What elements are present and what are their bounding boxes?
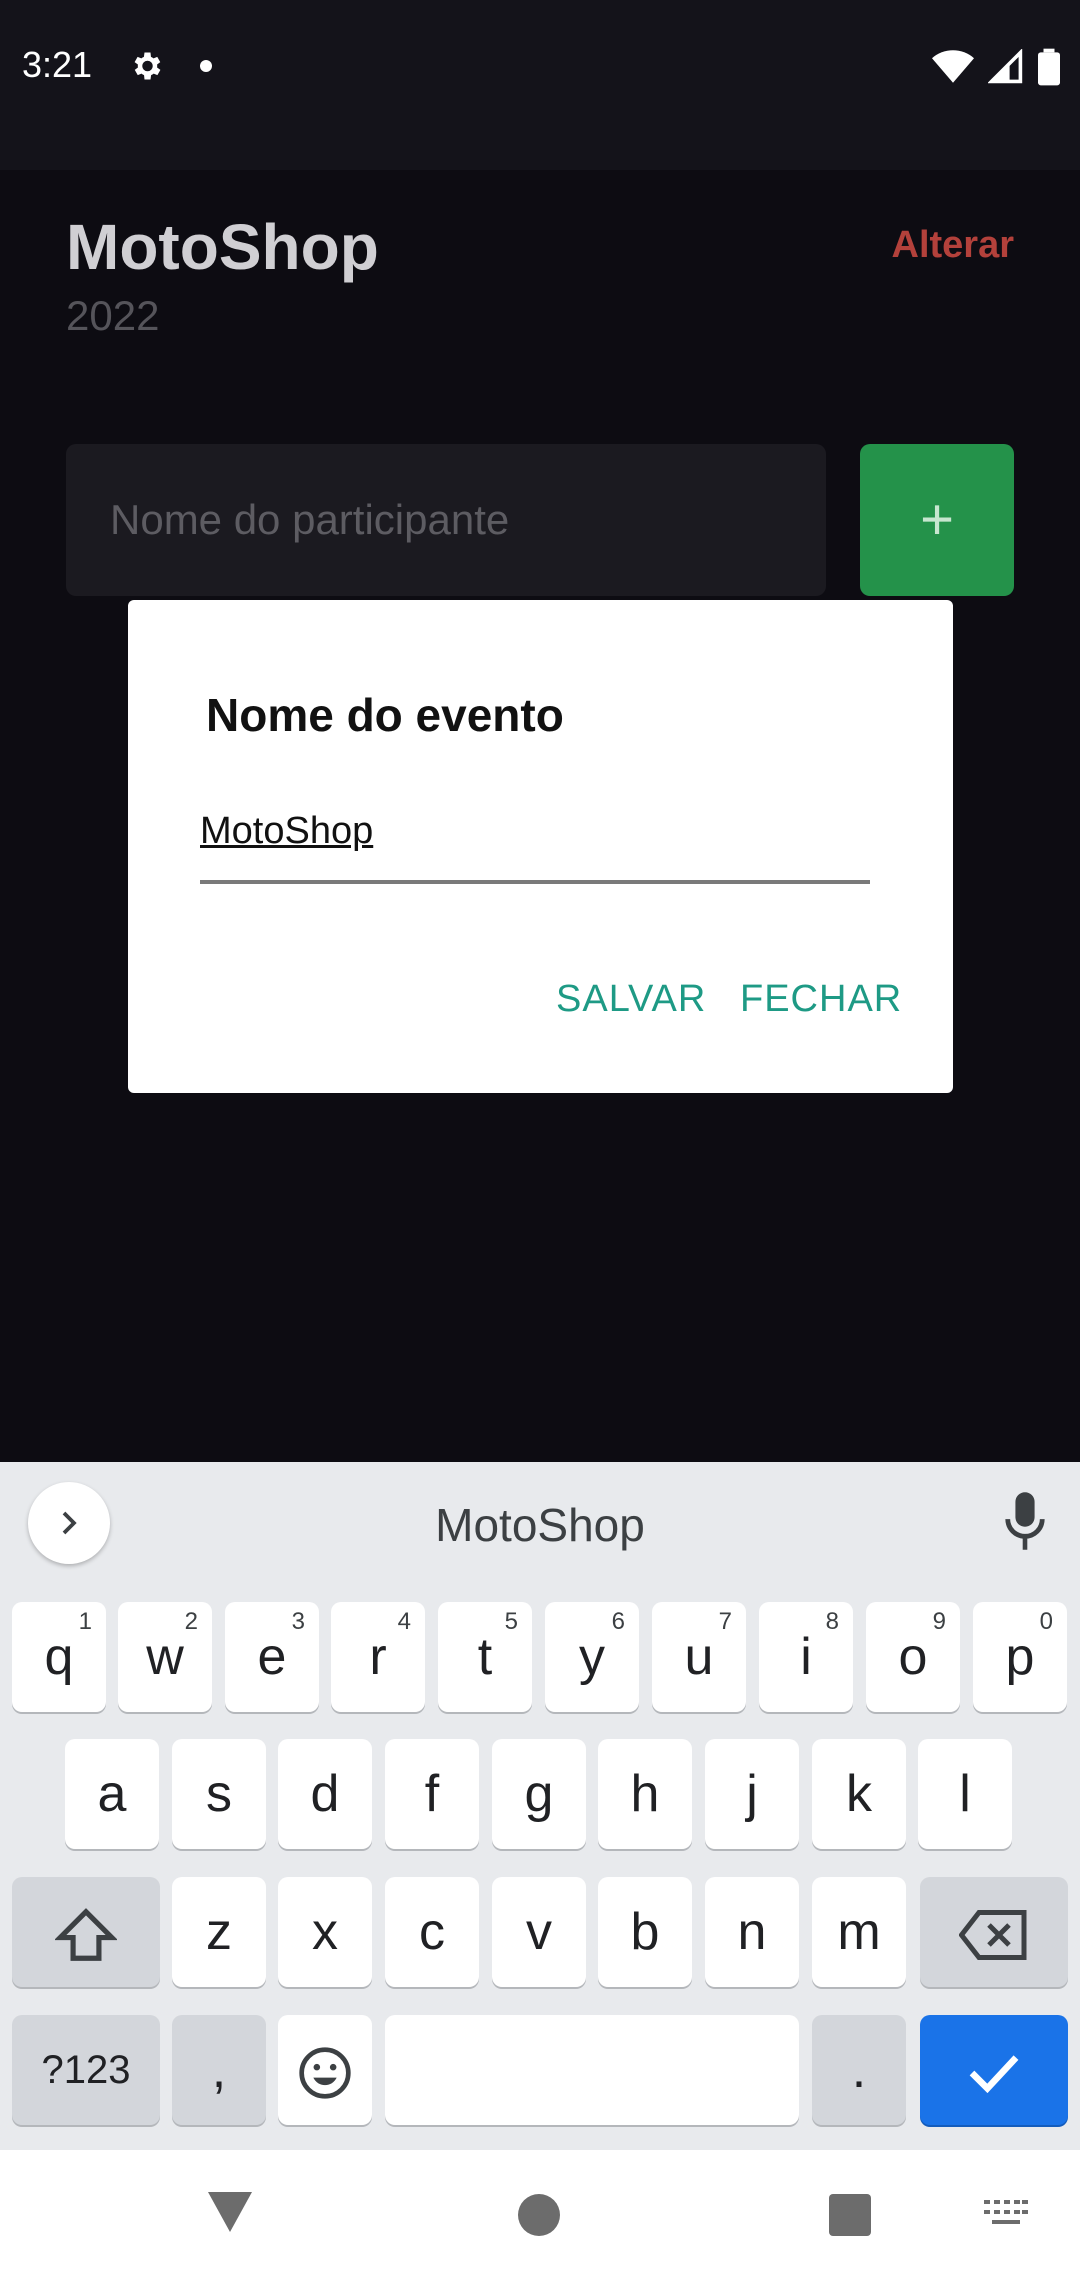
wifi-icon — [932, 50, 974, 83]
key-b[interactable]: b — [598, 1877, 692, 1987]
key-a[interactable]: a — [65, 1739, 159, 1849]
keyboard-switch-icon[interactable] — [984, 2200, 1028, 2233]
key-h[interactable]: h — [598, 1739, 692, 1849]
key-l[interactable]: l — [918, 1739, 1012, 1849]
status-icons — [932, 48, 1060, 86]
key-r[interactable]: r4 — [331, 1602, 425, 1712]
key-q[interactable]: q1 — [12, 1602, 106, 1712]
key-e[interactable]: e3 — [225, 1602, 319, 1712]
close-button[interactable]: FECHAR — [740, 978, 902, 1021]
event-year: 2022 — [66, 292, 160, 339]
back-triangle-icon[interactable] — [206, 2190, 254, 2239]
key-i[interactable]: i8 — [759, 1602, 853, 1712]
save-button[interactable]: SALVAR — [556, 978, 706, 1021]
key-k[interactable]: k — [812, 1739, 906, 1849]
key-w[interactable]: w2 — [118, 1602, 212, 1712]
suggestion-bar: MotoShop — [0, 1462, 1080, 1590]
key-p[interactable]: p0 — [973, 1602, 1067, 1712]
key-t[interactable]: t5 — [438, 1602, 532, 1712]
participant-name-input[interactable]: Nome do participante — [66, 444, 826, 596]
status-bar: 3:21 — [0, 0, 1080, 170]
key-u[interactable]: u7 — [652, 1602, 746, 1712]
key-y[interactable]: y6 — [545, 1602, 639, 1712]
add-participant-button[interactable]: + — [860, 444, 1014, 596]
key-x[interactable]: x — [278, 1877, 372, 1987]
status-time: 3:21 — [22, 44, 93, 85]
key-j[interactable]: j — [705, 1739, 799, 1849]
home-circle-icon[interactable] — [518, 2194, 560, 2236]
period-key[interactable]: . — [812, 2015, 906, 2125]
key-f[interactable]: f — [385, 1739, 479, 1849]
comma-key[interactable]: , — [172, 2015, 266, 2125]
settings-gear-icon — [128, 48, 164, 89]
notification-dot-icon — [200, 60, 212, 72]
key-m[interactable]: m — [812, 1877, 906, 1987]
key-g[interactable]: g — [492, 1739, 586, 1849]
dialog-title: Nome do evento — [206, 689, 564, 741]
recents-square-icon[interactable] — [829, 2194, 871, 2236]
event-name-dialog: Nome do evento MotoShop SALVAR FECHAR — [128, 600, 953, 1093]
soft-keyboard: MotoShop q1 w2 e3 r4 t5 y6 u7 i8 o9 p0 a… — [0, 1462, 1080, 2150]
checkmark-icon — [969, 2055, 1019, 2094]
emoji-icon — [299, 2047, 351, 2099]
symbols-key[interactable]: ?123 — [12, 2015, 160, 2125]
backspace-key[interactable] — [920, 1877, 1068, 1987]
event-name-field[interactable]: MotoShop — [200, 810, 870, 884]
signal-icon — [988, 49, 1023, 84]
event-name-value: MotoShop — [200, 810, 374, 852]
key-d[interactable]: d — [278, 1739, 372, 1849]
key-v[interactable]: v — [492, 1877, 586, 1987]
suggestion-word[interactable]: MotoShop — [0, 1498, 1080, 1552]
key-z[interactable]: z — [172, 1877, 266, 1987]
battery-icon — [1038, 48, 1060, 86]
key-o[interactable]: o9 — [866, 1602, 960, 1712]
shift-key[interactable] — [12, 1877, 160, 1987]
key-c[interactable]: c — [385, 1877, 479, 1987]
microphone-icon[interactable] — [1002, 1490, 1048, 1557]
emoji-key[interactable] — [278, 2015, 372, 2125]
shift-arrow-icon — [53, 1908, 119, 1962]
enter-key[interactable] — [920, 2015, 1068, 2125]
navigation-bar — [0, 2150, 1080, 2280]
event-title: MotoShop — [66, 211, 379, 283]
space-key[interactable] — [385, 2015, 799, 2125]
key-s[interactable]: s — [172, 1739, 266, 1849]
backspace-icon — [958, 1910, 1027, 1961]
key-n[interactable]: n — [705, 1877, 799, 1987]
change-event-link[interactable]: Alterar — [892, 224, 1015, 267]
